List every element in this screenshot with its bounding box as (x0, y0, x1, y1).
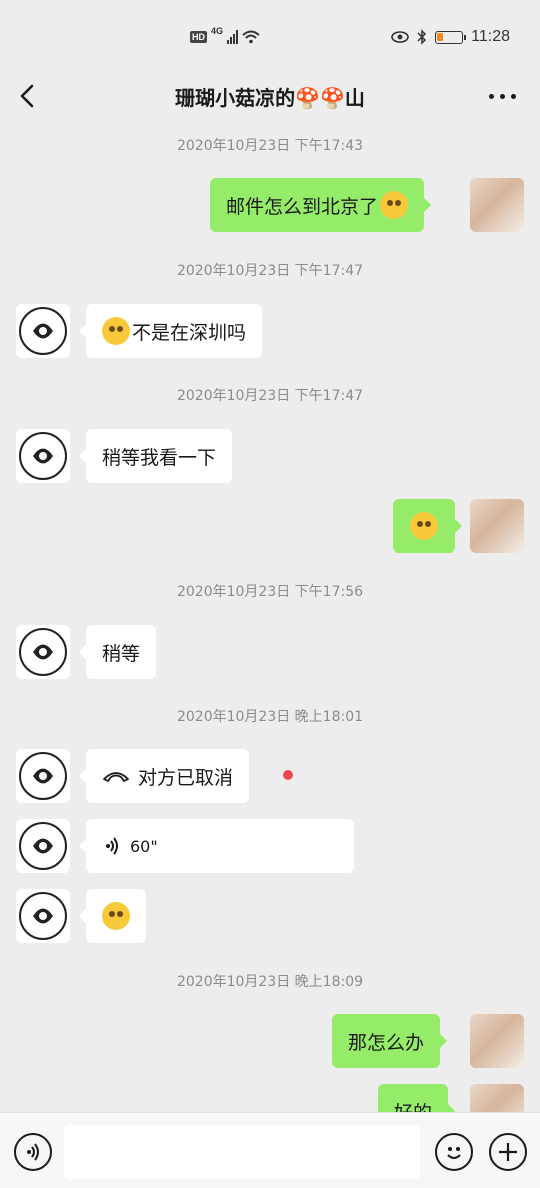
message-bubble-received[interactable] (79, 889, 146, 943)
call-cancelled-bubble[interactable]: 对方已取消 (78, 749, 250, 803)
eye-icon (391, 31, 409, 43)
network-type: 4G (211, 26, 224, 36)
message-input[interactable] (64, 1125, 420, 1179)
my-avatar[interactable] (470, 1014, 524, 1068)
voice-duration: 60" (130, 836, 158, 856)
emoji-picker-icon[interactable] (435, 1133, 473, 1171)
hd-badge: HD (190, 31, 207, 43)
chat-header: 珊瑚小菇凉的🍄🍄山 (0, 64, 540, 128)
contact-avatar[interactable] (16, 889, 70, 943)
wifi-icon (242, 30, 260, 44)
clock: 11:28 (471, 28, 510, 45)
battery-icon (435, 30, 467, 44)
status-bar: HD 4G 11:28 (0, 0, 540, 64)
more-functions-plus-icon[interactable] (489, 1133, 527, 1171)
my-avatar[interactable] (470, 499, 524, 553)
timestamp: 2020年10月23日 下午17:47 (176, 388, 364, 404)
message-text: 邮件怎么到北京了 (226, 195, 379, 218)
message-bubble-received[interactable]: 不是在深圳吗 (78, 304, 263, 358)
contact-avatar[interactable] (16, 749, 70, 803)
voice-wave-icon (106, 837, 118, 855)
status-icons-left: HD 4G (190, 26, 260, 44)
contact-avatar[interactable] (16, 304, 70, 358)
message-bubble-sent[interactable]: 那怎么办 (332, 1014, 448, 1068)
screaming-face-emoji (380, 191, 409, 219)
message-text: 不是在深圳吗 (132, 321, 247, 344)
sweat-emoji (102, 902, 130, 930)
message-text: 对方已取消 (138, 766, 234, 789)
voice-message-bubble[interactable]: 60" (79, 819, 354, 873)
status-icons-right: 11:28 (391, 28, 510, 46)
message-text: 稍等我看一下 (102, 446, 217, 469)
voice-input-icon[interactable] (14, 1133, 52, 1171)
contact-avatar[interactable] (16, 819, 70, 873)
more-options-icon[interactable] (489, 94, 516, 99)
bluetooth-icon (417, 29, 427, 45)
timestamp: 2020年10月23日 下午17:47 (176, 263, 364, 279)
contact-avatar[interactable] (16, 625, 70, 679)
message-bubble-received[interactable]: 稍等我看一下 (78, 429, 233, 483)
timestamp: 2020年10月23日 下午17:43 (176, 138, 364, 154)
contact-avatar[interactable] (16, 429, 70, 483)
message-text: 稍等 (102, 642, 141, 665)
message-text: 那怎么办 (348, 1031, 425, 1054)
input-bar (0, 1112, 540, 1188)
timestamp: 2020年10月23日 晚上18:01 (176, 709, 364, 725)
flushed-face-emoji (102, 317, 130, 345)
message-bubble-received[interactable]: 稍等 (78, 625, 157, 679)
my-avatar[interactable] (470, 178, 524, 232)
phone-hangup-icon (103, 772, 129, 782)
signal-icon (227, 30, 239, 44)
timestamp: 2020年10月23日 晚上18:09 (176, 974, 364, 990)
chat-title: 珊瑚小菇凉的🍄🍄山 (175, 86, 365, 110)
message-bubble-sent[interactable]: 邮件怎么到北京了 (210, 178, 432, 232)
timestamp: 2020年10月23日 下午17:56 (176, 584, 364, 600)
unread-dot (283, 770, 293, 780)
laughing-tears-emoji (410, 512, 438, 540)
message-bubble-sent[interactable] (393, 499, 462, 553)
